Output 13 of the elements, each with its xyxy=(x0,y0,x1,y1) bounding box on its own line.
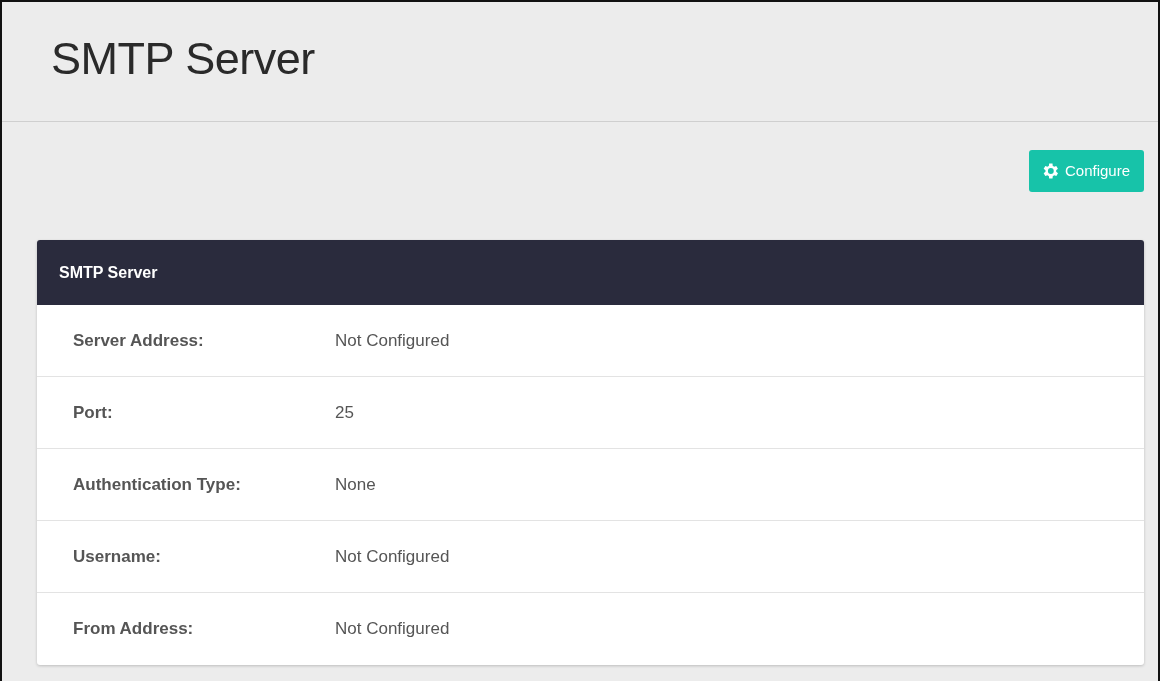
field-value: Not Configured xyxy=(335,329,450,352)
field-label: Port: xyxy=(73,402,113,422)
field-value: 25 xyxy=(335,401,354,424)
field-label: Authentication Type: xyxy=(73,474,241,494)
field-label: Username: xyxy=(73,546,161,566)
field-value: Not Configured xyxy=(335,545,450,568)
panel-title: SMTP Server xyxy=(59,262,158,283)
field-label: Server Address: xyxy=(73,330,204,350)
page-title: SMTP Server xyxy=(51,36,315,81)
configure-button[interactable]: Configure xyxy=(1028,150,1144,192)
field-value: Not Configured xyxy=(335,618,450,641)
field-label: From Address: xyxy=(73,619,194,639)
field-value: None xyxy=(335,473,376,496)
